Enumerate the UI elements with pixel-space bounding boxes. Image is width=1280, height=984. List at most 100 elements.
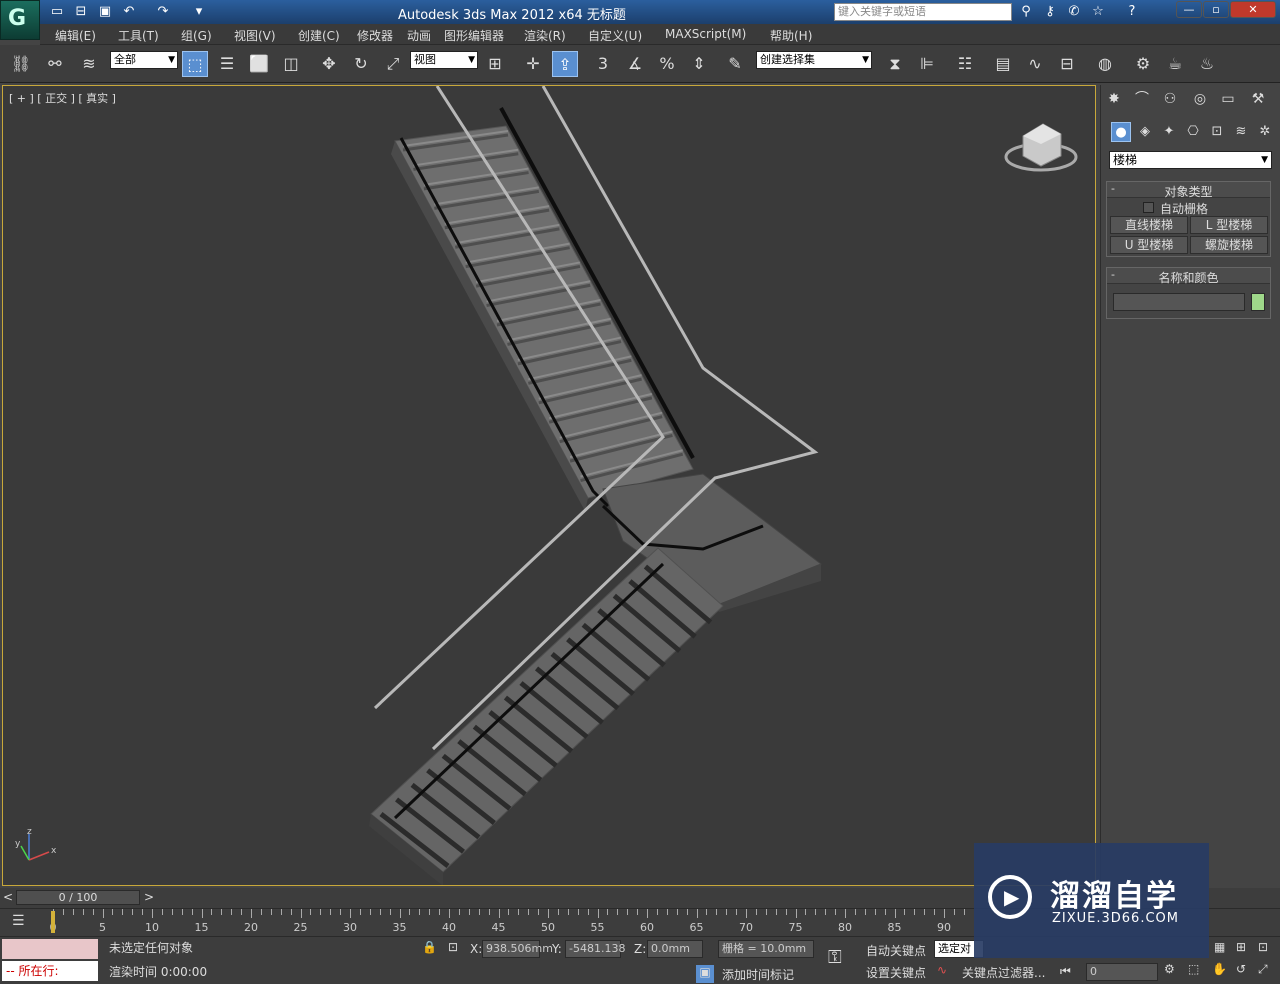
spiral-stair-button[interactable]: 螺旋楼梯: [1190, 236, 1268, 254]
open-file-icon[interactable]: ⊟: [72, 3, 90, 21]
goto-start-icon[interactable]: ⏮: [1060, 964, 1071, 979]
select-object-icon[interactable]: ⬚: [182, 51, 208, 77]
menu-rendering[interactable]: 渲染(R): [524, 27, 566, 44]
maximize-viewport-icon[interactable]: ⤢: [1258, 962, 1268, 977]
star-icon[interactable]: ☆: [1088, 3, 1108, 21]
time-configuration-icon[interactable]: ⚙: [1164, 962, 1175, 976]
mirror-icon[interactable]: ⧗: [882, 51, 908, 77]
save-file-icon[interactable]: ▣: [96, 3, 114, 21]
redo-icon[interactable]: ↷: [154, 3, 172, 21]
lights-icon[interactable]: ✦: [1159, 122, 1179, 142]
view-cube[interactable]: [1004, 123, 1078, 172]
maximize-button[interactable]: ▫: [1203, 1, 1229, 18]
create-tab-icon[interactable]: ✸: [1103, 88, 1125, 110]
search-input[interactable]: 键入关键字或短语: [834, 3, 1012, 21]
auto-key-button[interactable]: 自动关键点: [866, 942, 926, 959]
bind-space-warp-icon[interactable]: ≋: [76, 51, 102, 77]
undo-icon[interactable]: ↶: [120, 3, 138, 21]
time-tag-icon[interactable]: ▣: [696, 965, 714, 983]
prev-frame-icon[interactable]: <: [3, 890, 13, 904]
angle-snap-icon[interactable]: ∡: [622, 51, 648, 77]
current-frame-marker[interactable]: [51, 911, 55, 933]
object-color-swatch[interactable]: [1251, 293, 1265, 311]
percent-snap-icon[interactable]: %: [654, 51, 680, 77]
menu-view[interactable]: 视图(V): [234, 27, 276, 44]
material-editor-icon[interactable]: ◍: [1092, 51, 1118, 77]
category-dropdown[interactable]: 楼梯 ▼: [1109, 151, 1272, 169]
spinner-snap-icon[interactable]: ⇕: [686, 51, 712, 77]
shapes-icon[interactable]: ◈: [1135, 122, 1155, 142]
cameras-icon[interactable]: ⎔: [1183, 122, 1203, 142]
schematic-view-icon[interactable]: ⊟: [1054, 51, 1080, 77]
key-tangent-icon[interactable]: ∿: [937, 963, 947, 977]
binoculars-icon[interactable]: ⚲: [1016, 3, 1036, 21]
rectangular-selection-icon[interactable]: ⬜: [246, 51, 272, 77]
helpers-icon[interactable]: ⊡: [1207, 122, 1227, 142]
field-of-view-icon[interactable]: ▦: [1214, 940, 1225, 954]
window-crossing-icon[interactable]: ◫: [278, 51, 304, 77]
menu-maxscript[interactable]: MAXScript(M): [665, 27, 746, 41]
u-type-stair-button[interactable]: U 型楼梯: [1110, 236, 1188, 254]
space-warps-icon[interactable]: ≋: [1231, 122, 1251, 142]
modify-tab-icon[interactable]: ⌒: [1131, 88, 1153, 110]
new-file-icon[interactable]: ▭: [48, 3, 66, 21]
app-logo[interactable]: G: [0, 0, 40, 40]
menu-group[interactable]: 组(G): [181, 27, 212, 44]
zoom-region-icon[interactable]: ⊡: [1258, 940, 1268, 954]
select-manipulate-icon[interactable]: ✛: [520, 51, 546, 77]
absolute-mode-icon[interactable]: ⊡: [448, 940, 458, 954]
l-type-stair-button[interactable]: L 型楼梯: [1190, 216, 1268, 234]
x-coordinate-field[interactable]: 938.506mm: [482, 940, 553, 958]
set-key-icon[interactable]: ⚿: [828, 947, 842, 968]
maxscript-listener-top[interactable]: [2, 939, 98, 959]
align-icon[interactable]: ⊫: [914, 51, 940, 77]
help-icon[interactable]: ?: [1122, 3, 1142, 21]
mini-curve-editor-icon[interactable]: ☰: [12, 913, 25, 929]
render-setup-icon[interactable]: ⚙: [1130, 51, 1156, 77]
select-and-move-icon[interactable]: ✥: [316, 51, 342, 77]
zoom-extents-icon[interactable]: ⬚: [1188, 962, 1199, 976]
close-button[interactable]: ✕: [1230, 1, 1276, 18]
z-coordinate-field[interactable]: 0.0mm: [647, 940, 703, 958]
utilities-tab-icon[interactable]: ⚒: [1247, 88, 1269, 110]
select-and-scale-icon[interactable]: ⤢: [380, 51, 406, 77]
named-selection-dropdown[interactable]: 创建选择集 ▼: [756, 51, 872, 69]
select-and-link-icon[interactable]: ⛓: [8, 51, 34, 77]
selection-filter-dropdown[interactable]: 全部 ▼: [110, 51, 178, 69]
zoom-all-icon[interactable]: ⊞: [1236, 940, 1246, 954]
linear-stair-button[interactable]: 直线楼梯: [1110, 216, 1188, 234]
graphite-ribbon-icon[interactable]: ▤: [990, 51, 1016, 77]
geometry-icon[interactable]: ●: [1111, 122, 1131, 142]
layer-manager-icon[interactable]: ☷: [952, 51, 978, 77]
time-slider-thumb[interactable]: 0 / 100: [16, 890, 140, 905]
menu-create[interactable]: 创建(C): [298, 27, 340, 44]
key-filters-button[interactable]: 关键点过滤器...: [962, 964, 1045, 981]
hierarchy-tab-icon[interactable]: ⚇: [1159, 88, 1181, 110]
pivot-center-icon[interactable]: ⊞: [482, 51, 508, 77]
rollout-name-and-color-header[interactable]: - 名称和颜色: [1107, 268, 1270, 285]
curve-editor-icon[interactable]: ∿: [1022, 51, 1048, 77]
select-and-rotate-icon[interactable]: ↻: [348, 51, 374, 77]
quick-access-dropdown-icon[interactable]: ▾: [190, 3, 208, 21]
menu-graph-editors[interactable]: 图形编辑器: [444, 27, 504, 44]
pan-view-icon[interactable]: ✋: [1212, 962, 1227, 976]
unlink-icon[interactable]: ⚯: [42, 51, 68, 77]
perspective-viewport[interactable]: [ + ] [ 正交 ] [ 真实 ] z x y: [2, 85, 1096, 886]
rollout-object-type-header[interactable]: - 对象类型: [1107, 182, 1270, 199]
current-frame-field[interactable]: 0: [1086, 963, 1158, 981]
communication-icon[interactable]: ✆: [1064, 3, 1084, 21]
autogrid-checkbox[interactable]: [1143, 202, 1154, 213]
next-frame-icon[interactable]: >: [144, 890, 154, 904]
reference-coordinate-dropdown[interactable]: 视图 ▼: [410, 51, 478, 69]
menu-animation[interactable]: 动画: [407, 27, 431, 44]
orbit-icon[interactable]: ↺: [1236, 962, 1246, 976]
lock-selection-icon[interactable]: 🔒: [422, 940, 437, 954]
set-key-button[interactable]: 设置关键点: [866, 964, 926, 981]
snaps-toggle-icon[interactable]: 3: [590, 51, 616, 77]
minimize-button[interactable]: —: [1176, 1, 1202, 18]
edit-named-selection-icon[interactable]: ✎: [722, 51, 748, 77]
menu-tools[interactable]: 工具(T): [118, 27, 159, 44]
motion-tab-icon[interactable]: ◎: [1189, 88, 1211, 110]
menu-modifiers[interactable]: 修改器: [357, 27, 393, 44]
render-production-icon[interactable]: ♨: [1194, 51, 1220, 77]
